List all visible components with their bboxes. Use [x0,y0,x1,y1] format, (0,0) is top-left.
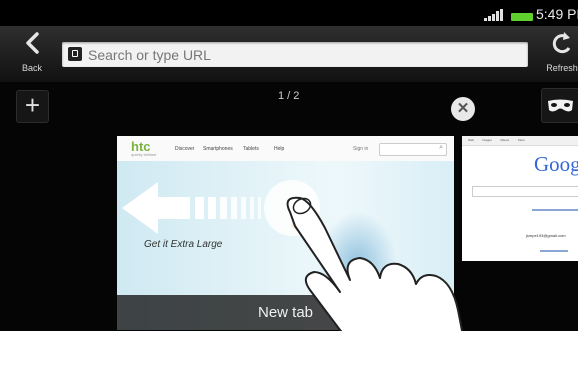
refresh-icon [552,32,571,54]
site-signin: Sign in [353,146,369,152]
google-logo: Google [534,152,578,176]
refresh-label: Refresh [546,63,578,73]
hero-headline: Get it Extra Large [144,239,223,250]
google-link-line [540,250,568,252]
close-icon: ✕ [456,100,470,117]
search-input[interactable] [88,42,518,67]
google-account-email: jsmpe193@gmail.com [526,233,566,238]
status-bar: 5:49 PM [0,0,578,26]
back-button[interactable]: Back [12,26,52,82]
chevron-left-icon [26,32,39,54]
next-tab-nav-link: Web [468,138,475,142]
site-header: htc quietly brilliant Discover Smartphon… [117,136,454,162]
next-tab-nav-link: More [518,138,525,142]
site-tagline: quietly brilliant [131,152,157,157]
next-tab-nav-link: Videos [500,138,510,142]
bookmark-icon[interactable] [68,47,82,61]
site-nav-link: Discover [175,146,195,152]
incognito-mask-icon [548,99,573,112]
status-time: 5:49 PM [536,6,578,22]
url-bar[interactable] [62,42,528,67]
plus-icon: + [24,90,41,120]
hand-gesture-icon [286,196,464,331]
google-search-box [472,186,578,197]
site-nav-link: Smartphones [203,146,233,152]
browser-toolbar: Back Refresh [0,26,578,82]
tab-counter: 1 / 2 [278,90,300,102]
next-tab-nav-link: Images [482,138,492,142]
site-search-box [379,143,447,156]
battery-icon [511,13,533,21]
site-nav-link: Help [274,146,285,152]
back-label: Back [21,63,42,73]
google-link-line [532,209,578,211]
new-tab-button[interactable]: + [16,90,49,123]
refresh-button[interactable]: Refresh [542,26,578,82]
browser-screen: 5:49 PM Back Refresh + 1 / 2 ✕ [0,0,578,331]
incognito-button[interactable] [541,88,578,123]
next-tab-nav: Web Images Videos More [462,136,578,146]
site-nav-link: Tablets [243,146,259,152]
signal-strength-icon [484,9,503,21]
close-tab-button[interactable]: ✕ [451,97,475,121]
